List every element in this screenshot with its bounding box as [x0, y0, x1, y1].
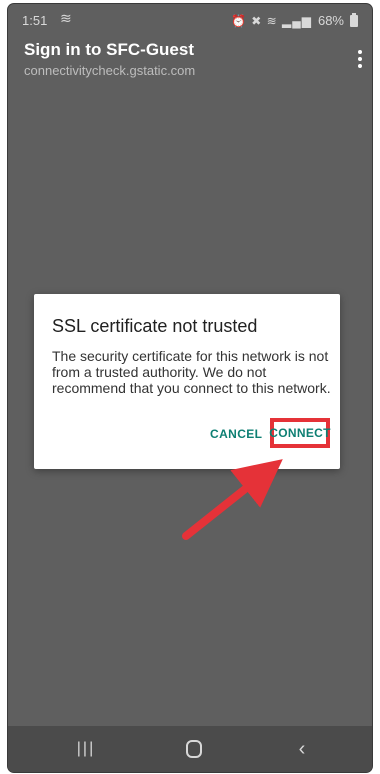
app-header: Sign in to SFC-Guest connectivitycheck.g…	[8, 38, 372, 84]
status-icons: ⏰ ✖ ≋ ▂▄▆	[230, 13, 312, 28]
cancel-button[interactable]: CANCEL	[210, 427, 262, 441]
status-time: 1:51	[22, 13, 48, 28]
connect-button[interactable]: CONNECT	[269, 418, 330, 448]
status-right-group: ⏰ ✖ ≋ ▂▄▆ 68%	[230, 12, 358, 28]
wifi-icon: ≋	[60, 10, 72, 26]
phone-screen: 1:51 ≋ ⏰ ✖ ≋ ▂▄▆ 68% Sign in to SFC-Gues…	[8, 4, 372, 772]
status-bar: 1:51 ≋ ⏰ ✖ ≋ ▂▄▆ 68%	[8, 4, 372, 38]
battery-percent: 68%	[317, 13, 344, 28]
page-subtitle-url: connectivitycheck.gstatic.com	[24, 63, 196, 78]
dialog-message: The security certificate for this networ…	[52, 348, 331, 396]
back-icon[interactable]: ‹	[282, 736, 322, 762]
more-vert-icon[interactable]	[356, 50, 364, 68]
recents-icon[interactable]: |||	[66, 736, 106, 762]
navigation-bar: ||| ‹	[8, 726, 372, 772]
home-icon[interactable]	[174, 736, 214, 762]
ssl-warning-dialog: SSL certificate not trusted The security…	[34, 294, 340, 469]
page-title: Sign in to SFC-Guest	[24, 40, 194, 59]
dialog-title: SSL certificate not trusted	[52, 316, 258, 336]
battery-icon	[350, 12, 358, 27]
